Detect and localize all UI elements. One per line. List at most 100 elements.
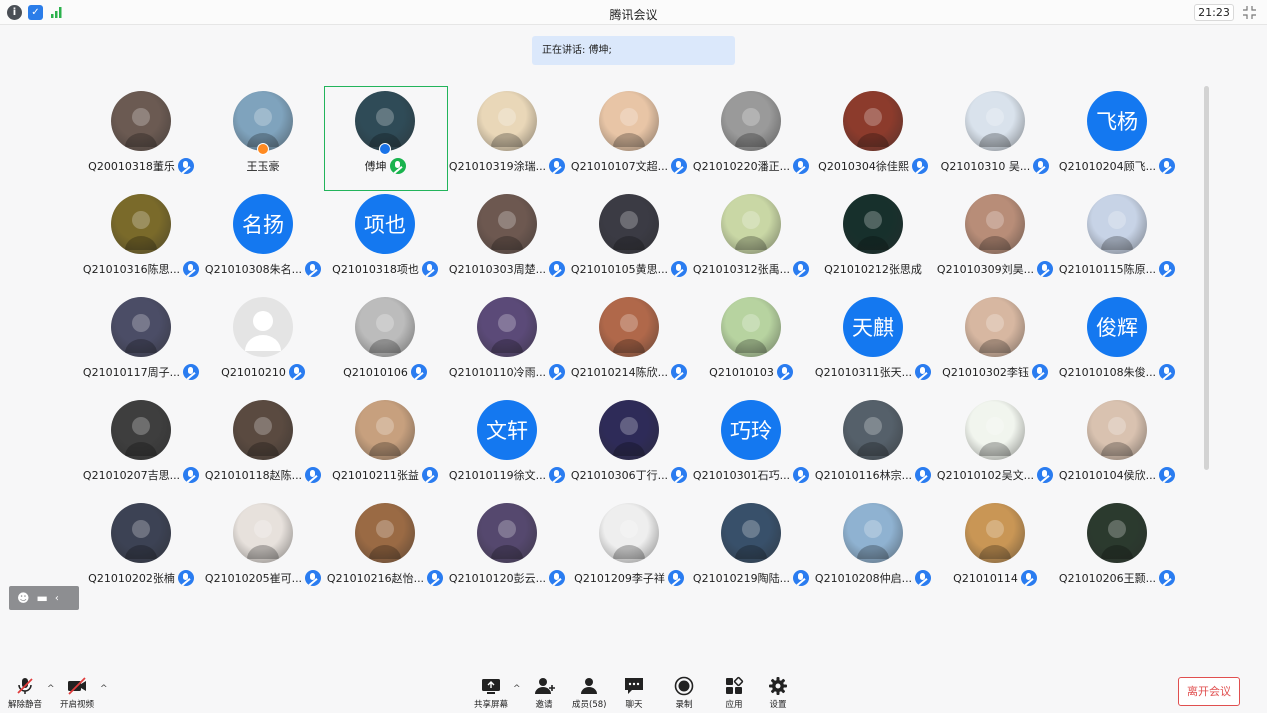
participant-name: Q20010318董乐 <box>88 160 175 173</box>
participant-tile[interactable]: Q21010216赵怡... <box>324 498 446 601</box>
avatar <box>355 297 415 357</box>
participant-tile[interactable]: Q21010316陈思... <box>80 189 202 292</box>
participant-tile[interactable]: Q2101209李子祥 <box>568 498 690 601</box>
mic-muted-icon <box>305 261 322 277</box>
participant-tile[interactable]: Q21010214陈欣... <box>568 292 690 395</box>
unmute-button[interactable]: 解除静音 <box>8 676 42 710</box>
emoji-icon[interactable]: ☻ <box>17 591 30 605</box>
mic-muted-icon <box>915 364 932 380</box>
participant-tile[interactable]: Q21010319涂瑞... <box>446 86 568 189</box>
participant-tile[interactable]: Q21010202张楠 <box>80 498 202 601</box>
participant-name: Q21010202张楠 <box>88 572 175 585</box>
participant-tile[interactable]: Q21010212张思成 <box>812 189 934 292</box>
participant-tile[interactable]: Q21010120彭云... <box>446 498 568 601</box>
participant-tile[interactable]: Q21010105黄思... <box>568 189 690 292</box>
grid-scrollbar[interactable] <box>1204 86 1209 470</box>
settings-button[interactable]: 设置 <box>767 676 789 710</box>
avatar <box>599 194 659 254</box>
avatar: 飞杨 <box>1087 91 1147 151</box>
audio-options-caret[interactable]: ^ <box>47 684 55 694</box>
share-screen-button[interactable]: 共享屏幕 <box>474 676 508 710</box>
participant-tile[interactable]: Q21010114 <box>934 498 1056 601</box>
participant-tile[interactable]: Q21010306丁行... <box>568 395 690 498</box>
leave-meeting-button[interactable]: 离开会议 <box>1178 677 1240 706</box>
participant-tile[interactable]: Q21010210 <box>202 292 324 395</box>
participant-tile[interactable]: Q21010205崔可... <box>202 498 324 601</box>
share-options-caret[interactable]: ^ <box>513 684 521 694</box>
avatar <box>843 194 903 254</box>
participant-tile[interactable]: Q21010106 <box>324 292 446 395</box>
participant-tile[interactable]: Q20010318董乐 <box>80 86 202 189</box>
participant-name-row: Q21010120彭云... <box>446 570 568 586</box>
participant-tile[interactable]: 名扬 Q21010308朱名... <box>202 189 324 292</box>
avatar <box>965 503 1025 563</box>
mic-muted-icon <box>1159 570 1176 586</box>
participant-name-row: Q21010202张楠 <box>80 570 202 586</box>
participant-tile[interactable]: Q21010310 吴... <box>934 86 1056 189</box>
participant-tile[interactable]: 文轩 Q21010119徐文... <box>446 395 568 498</box>
avatar <box>965 91 1025 151</box>
participant-tile[interactable]: Q21010211张益 <box>324 395 446 498</box>
participant-name: Q21010103 <box>709 365 774 379</box>
start-video-button[interactable]: 开启视频 <box>60 676 94 710</box>
participant-tile[interactable]: 巧玲 Q21010301石巧... <box>690 395 812 498</box>
participant-name-row: Q21010119徐文... <box>446 467 568 483</box>
mic-muted-icon <box>177 158 194 174</box>
avatar <box>233 91 293 151</box>
mic-muted-icon <box>793 467 810 483</box>
avatar <box>477 297 537 357</box>
participant-tile[interactable]: Q21010103 <box>690 292 812 395</box>
participant-tile[interactable]: Q21010116林宗... <box>812 395 934 498</box>
participant-tile[interactable]: Q21010117周子... <box>80 292 202 395</box>
participant-name: Q21010108朱俊... <box>1058 366 1157 379</box>
participant-tile[interactable]: Q21010118赵陈... <box>202 395 324 498</box>
avatar <box>1087 194 1147 254</box>
participant-name-row: Q20010318董乐 <box>80 158 202 174</box>
participant-tile[interactable]: Q21010206王颢... <box>1056 498 1178 601</box>
participant-tile[interactable]: Q21010207吉思... <box>80 395 202 498</box>
active-speaker-banner: 正在讲话: 傅坤; <box>532 36 735 65</box>
participant-tile[interactable]: 傅坤 <box>324 86 448 191</box>
participant-name: Q21010216赵怡... <box>326 572 425 585</box>
participant-tile[interactable]: Q21010219陶陆... <box>690 498 812 601</box>
participant-tile[interactable]: Q21010220潘正... <box>690 86 812 189</box>
participant-tile[interactable]: Q21010110冷雨... <box>446 292 568 395</box>
participant-tile[interactable]: Q21010115陈原... <box>1056 189 1178 292</box>
participant-tile[interactable]: Q2010304徐佳熙 <box>812 86 934 189</box>
participant-name: Q21010302李钰 <box>942 366 1029 379</box>
participant-tile[interactable]: Q21010312张禹... <box>690 189 812 292</box>
members-button[interactable]: 成员(58) <box>572 676 606 710</box>
mic-muted-icon <box>549 570 566 586</box>
chat-icon <box>623 676 645 696</box>
video-options-caret[interactable]: ^ <box>100 684 108 694</box>
apps-button[interactable]: 应用 <box>723 676 745 710</box>
participant-tile[interactable]: 项也 Q21010318项也 <box>324 189 446 292</box>
participant-name-row: Q21010105黄思... <box>568 261 690 277</box>
avatar <box>355 503 415 563</box>
participant-name-row: Q21010114 <box>934 570 1056 586</box>
participant-tile[interactable]: Q21010208仲启... <box>812 498 934 601</box>
participant-tile[interactable]: Q21010107文超... <box>568 86 690 189</box>
participant-name-row: Q21010303周楚... <box>446 261 568 277</box>
record-button[interactable]: 录制 <box>673 676 695 710</box>
invite-button[interactable]: 邀请 <box>533 676 555 710</box>
fullscreen-exit-icon[interactable] <box>1242 5 1257 20</box>
participant-tile[interactable]: 俊辉 Q21010108朱俊... <box>1056 292 1178 395</box>
participant-name-row: Q21010309刘昊... <box>934 261 1056 277</box>
chat-button[interactable]: 聊天 <box>623 676 645 710</box>
participant-tile[interactable]: Q21010104侯欣... <box>1056 395 1178 498</box>
participant-tile[interactable]: Q21010303周楚... <box>446 189 568 292</box>
participant-tile[interactable]: 飞杨 Q21010204顾飞... <box>1056 86 1178 189</box>
collapse-icon[interactable]: ‹ <box>55 593 59 604</box>
participant-tile[interactable]: Q21010102吴文... <box>934 395 1056 498</box>
participant-tile[interactable]: Q21010302李钰 <box>934 292 1056 395</box>
participant-name-row: Q21010118赵陈... <box>202 467 324 483</box>
mic-muted-icon <box>667 570 684 586</box>
participant-tile[interactable]: 王玉豪 <box>202 86 324 189</box>
mic-muted-icon <box>1159 261 1176 277</box>
participant-tile[interactable]: 天麒 Q21010311张天... <box>812 292 934 395</box>
meeting-clock: 21:23 <box>1194 4 1234 21</box>
mic-muted-icon <box>1037 261 1054 277</box>
participant-tile[interactable]: Q21010309刘昊... <box>934 189 1056 292</box>
comment-icon[interactable]: ▬ <box>37 591 48 605</box>
